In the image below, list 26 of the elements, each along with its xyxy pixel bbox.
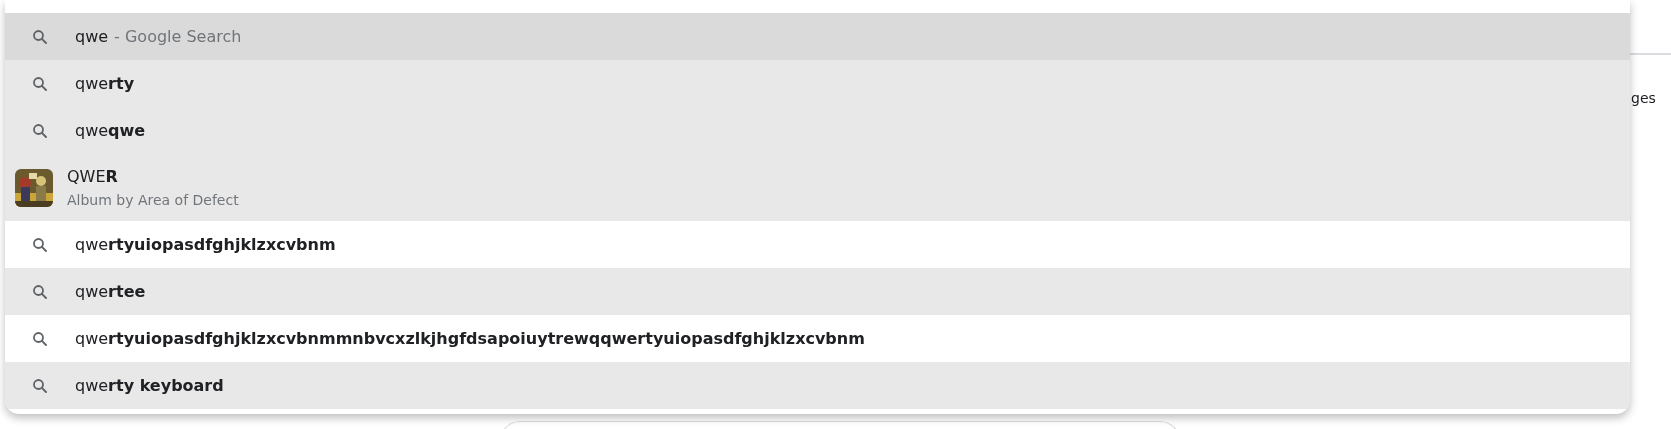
search-icon [31, 235, 49, 254]
suggestion-row[interactable]: QWER Album by Area of Defect [5, 154, 1630, 221]
search-icon [31, 27, 49, 46]
search-icon [31, 74, 49, 93]
suggestion-row[interactable]: qwerty keyboard [5, 362, 1630, 409]
suggestion-text: QWER [67, 166, 119, 187]
suggestion-text: qwerty [75, 72, 135, 95]
search-icon [31, 121, 49, 140]
suggestion-row[interactable]: qwertyuiopasdfghjklzxcvbnm [5, 221, 1630, 268]
suggestion-subtitle: Album by Area of Defect [67, 190, 239, 209]
suggestion-suffix: - Google Search [114, 25, 242, 48]
suggestion-row[interactable]: qweqwe [5, 107, 1630, 154]
suggestion-text: qwerty keyboard [75, 374, 224, 397]
suggestion-text: qwertyuiopasdfghjklzxcvbnm [75, 233, 336, 256]
suggestion-row[interactable]: qwertee [5, 268, 1630, 315]
suggestion-text: qwertee [75, 280, 146, 303]
page-text: ges [1631, 89, 1656, 108]
suggestion-row[interactable]: qwe - Google Search [5, 13, 1630, 60]
suggestion-text: qwe [75, 25, 109, 48]
suggestion-text: qwertyuiopasdfghjklzxcvbnmmnbvcxzlkjhgfdsapoiuytrewqqwertyuiopasdfghjklzxcvbnm [75, 327, 865, 350]
suggestion-row[interactable]: qwerty [5, 60, 1630, 107]
search-icon [31, 282, 49, 301]
search-icon [31, 329, 49, 348]
suggestion-row[interactable]: qwertyuiopasdfghjklzxcvbnmmnbvcxzlkjhgfdsapoiuytrewqqwertyuiopasdfghjklzxcvbnm [5, 315, 1630, 362]
suggestion-text: qweqwe [75, 119, 146, 142]
search-icon [31, 376, 49, 395]
